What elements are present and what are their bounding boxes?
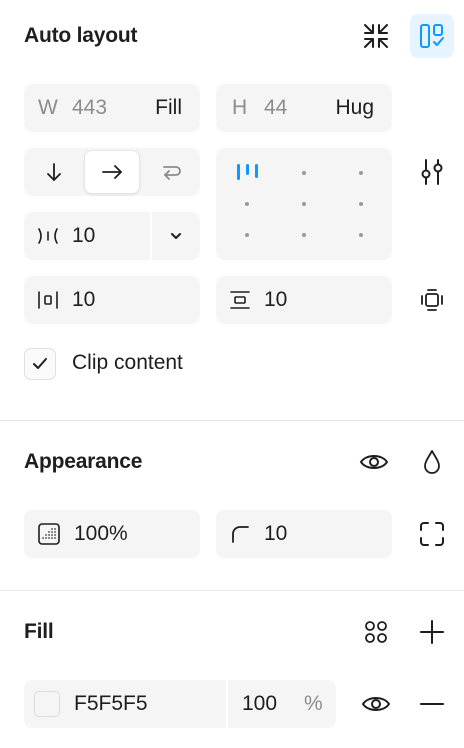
minus-icon <box>420 703 444 705</box>
chevron-down-icon <box>171 233 181 239</box>
clip-content-checkbox[interactable] <box>24 348 56 380</box>
height-label: H <box>232 96 248 119</box>
appearance-title: Appearance <box>24 450 143 473</box>
fill-opacity-unit: % <box>304 692 323 715</box>
alignment-grid[interactable] <box>216 148 392 260</box>
layout-settings-button[interactable] <box>410 150 454 194</box>
arrow-right-icon <box>102 165 122 179</box>
toggle-visibility-button[interactable] <box>352 440 396 484</box>
horizontal-padding-value[interactable]: 10 <box>72 276 95 324</box>
height-field[interactable]: H 44 Hug <box>216 84 392 132</box>
opacity-value[interactable]: 100% <box>74 510 128 558</box>
collapse-button[interactable] <box>354 14 398 58</box>
add-fill-button[interactable] <box>410 610 454 654</box>
fill-swatch[interactable] <box>34 691 60 717</box>
gap-dropdown-button[interactable] <box>154 214 198 258</box>
alignment-dot[interactable] <box>302 171 306 175</box>
gap-icon <box>38 228 58 244</box>
width-value[interactable]: 443 <box>72 84 107 132</box>
alignment-dot[interactable] <box>302 202 306 206</box>
alignment-dot[interactable] <box>359 202 363 206</box>
droplet-icon <box>424 450 440 474</box>
width-field[interactable]: W 443 Fill <box>24 84 200 132</box>
eye-icon <box>361 697 391 711</box>
direction-wrap-button[interactable] <box>150 150 194 194</box>
section-divider <box>0 590 464 591</box>
plus-icon <box>420 620 444 644</box>
alignment-top-left-marker <box>237 164 258 180</box>
fill-hex-value[interactable]: F5F5F5 <box>74 680 148 728</box>
corner-radius-value[interactable]: 10 <box>264 510 287 558</box>
height-value[interactable]: 44 <box>264 84 287 132</box>
gap-value[interactable]: 10 <box>72 212 95 260</box>
layout-grid-check-icon <box>420 24 444 48</box>
alignment-dot[interactable] <box>359 171 363 175</box>
collapse-icon <box>364 24 388 48</box>
gap-field[interactable]: 10 <box>24 212 200 260</box>
corners-icon <box>420 522 444 546</box>
fill-opacity-value[interactable]: 100 <box>242 680 277 728</box>
alignment-dot[interactable] <box>359 233 363 237</box>
fill-field: F5F5F5 100 % <box>24 680 336 728</box>
corner-radius-icon <box>232 526 249 543</box>
width-label: W <box>38 96 58 119</box>
fill-visibility-button[interactable] <box>354 682 398 726</box>
clip-content-label[interactable]: Clip content <box>72 351 183 375</box>
alignment-dot[interactable] <box>245 202 249 206</box>
direction-horizontal-button[interactable] <box>84 150 140 194</box>
padding-box-icon <box>421 289 443 311</box>
vertical-padding-icon <box>230 291 250 309</box>
section-divider <box>0 420 464 421</box>
blend-mode-button[interactable] <box>410 440 454 484</box>
styles-icon <box>365 621 387 643</box>
horizontal-padding-icon <box>38 291 58 309</box>
style-picker-button[interactable] <box>354 610 398 654</box>
arrow-down-icon <box>47 163 61 181</box>
individual-padding-button[interactable] <box>410 278 454 322</box>
fill-title: Fill <box>24 620 54 643</box>
horizontal-padding-field[interactable]: 10 <box>24 276 200 324</box>
width-mode[interactable]: Fill <box>155 84 182 132</box>
alignment-dot[interactable] <box>302 233 306 237</box>
opacity-field[interactable]: 100% <box>24 510 200 558</box>
sliders-icon <box>421 159 443 185</box>
auto-layout-title: Auto layout <box>24 24 138 47</box>
remove-fill-button[interactable] <box>410 682 454 726</box>
alignment-dot[interactable] <box>245 233 249 237</box>
auto-layout-settings-button[interactable] <box>410 14 454 58</box>
checkmark-icon <box>33 358 47 369</box>
vertical-padding-field[interactable]: 10 <box>216 276 392 324</box>
corner-radius-field[interactable]: 10 <box>216 510 392 558</box>
height-mode[interactable]: Hug <box>335 84 374 132</box>
independent-corners-button[interactable] <box>410 512 454 556</box>
vertical-padding-value[interactable]: 10 <box>264 276 287 324</box>
eye-icon <box>359 455 389 469</box>
opacity-icon <box>38 523 60 545</box>
direction-vertical-button[interactable] <box>32 150 76 194</box>
wrap-icon <box>163 166 181 180</box>
direction-control <box>24 148 200 196</box>
